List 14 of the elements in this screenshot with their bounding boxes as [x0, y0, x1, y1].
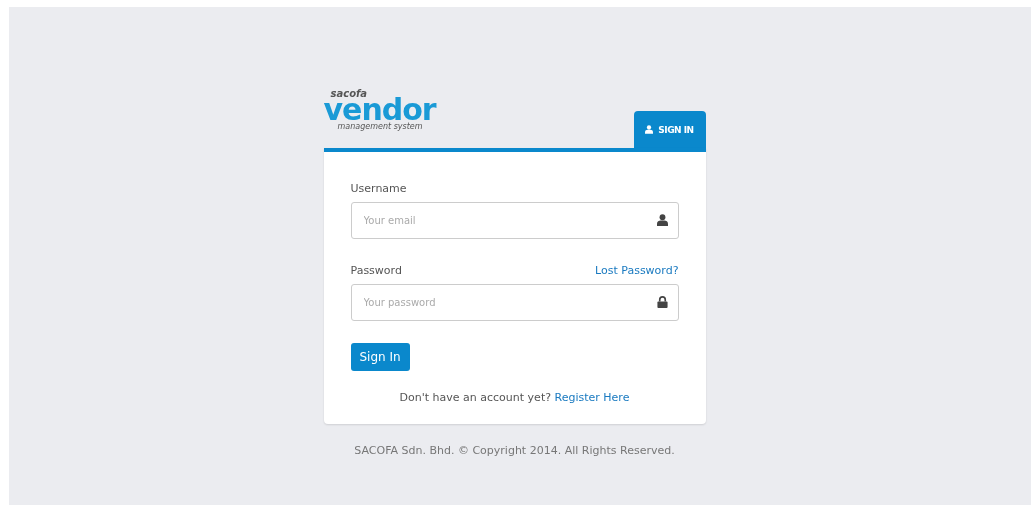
user-icon — [656, 214, 668, 226]
password-field[interactable]: Your password — [350, 284, 679, 321]
user-icon — [645, 125, 654, 134]
lost-password-link[interactable]: Lost Password? — [595, 264, 679, 277]
field-label: Username — [350, 182, 407, 195]
logo-brand: sacofa — [330, 89, 368, 99]
sign-in-tab[interactable]: SIGN IN — [633, 111, 706, 148]
field-label: Password — [350, 264, 402, 277]
email-field[interactable]: Your email — [350, 202, 679, 239]
lock-icon — [656, 296, 668, 308]
register-link[interactable]: Register Here — [554, 391, 630, 404]
sign-in-button[interactable]: Sign In — [350, 343, 410, 371]
copyright-text: SACOFA Sdn. Bhd. © Copyright 2014. All Rights Reserved. — [353, 444, 676, 457]
register-prompt: Don't have an account yet? Register Here — [398, 391, 631, 404]
